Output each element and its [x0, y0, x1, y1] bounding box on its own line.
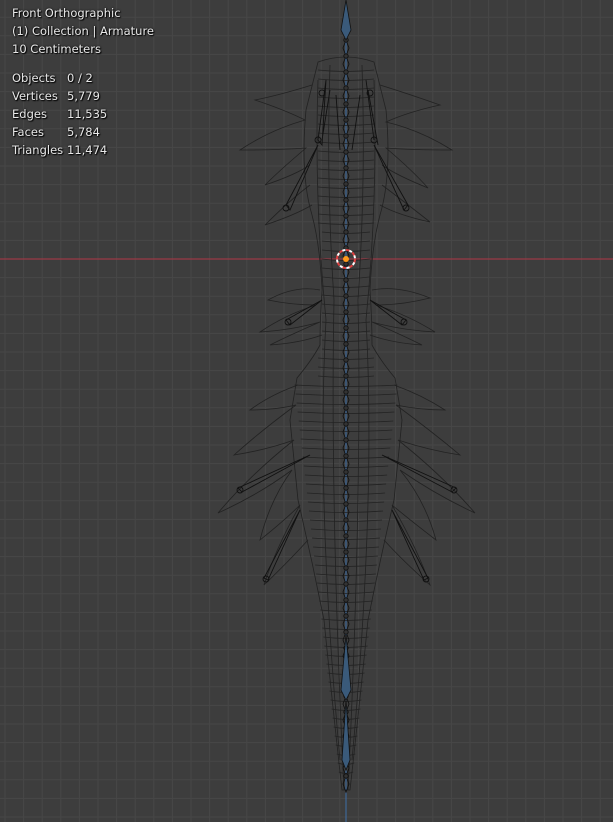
- head-fin-left: [238, 84, 313, 186]
- viewport-info-overlay: Front Orthographic (1) Collection | Arma…: [12, 4, 154, 159]
- origin-dot: [343, 256, 349, 262]
- stat-row: Objects 0 / 2: [12, 71, 93, 85]
- 3d-viewport[interactable]: Front Orthographic (1) Collection | Arma…: [0, 0, 613, 822]
- stat-row: Edges 11,535: [12, 107, 108, 121]
- collection-info: (1) Collection | Armature: [12, 24, 155, 38]
- tail-fin-right: [383, 384, 476, 587]
- scene-statistics: Objects 0 / 2 Vertices 5,779 Edges 11,535 F…: [12, 69, 154, 159]
- stat-row: Triangles 11,474: [12, 143, 108, 157]
- spine-top-bone: [340, 0, 352, 41]
- head-fin-right: [379, 84, 454, 189]
- stat-row: Faces 5,784: [12, 125, 100, 139]
- tail-tip-bone: [340, 634, 352, 772]
- tail-fin-left: [217, 384, 309, 586]
- grid-scale: 10 Centimeters: [12, 42, 101, 56]
- view-name: Front Orthographic: [12, 6, 121, 20]
- mid-fin-right: [369, 288, 436, 346]
- stat-row: Vertices 5,779: [12, 89, 100, 103]
